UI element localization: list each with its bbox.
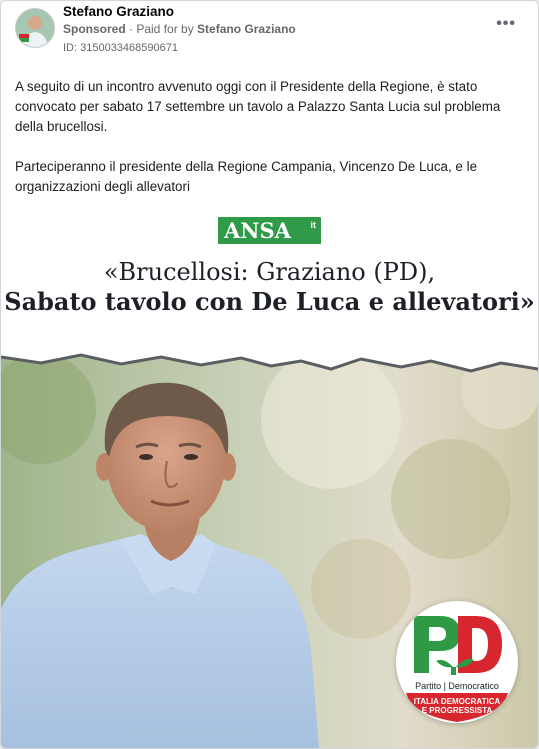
post-text: A seguito di un incontro avvenuto oggi c… bbox=[15, 77, 520, 217]
author-avatar[interactable] bbox=[15, 8, 55, 48]
post-paragraph-2: Parteciperanno il presidente della Regio… bbox=[15, 159, 478, 194]
sponsored-post-card: Stefano Graziano Sponsored · Paid for by… bbox=[0, 0, 539, 749]
pd-logo-banner-line-1: ITALIA DEMOCRATICA bbox=[414, 697, 501, 706]
pd-logo-party-name: Partito | Democratico bbox=[415, 681, 499, 691]
more-options-icon[interactable]: ••• bbox=[496, 15, 516, 33]
ansa-logo-suffix: it bbox=[310, 220, 317, 230]
paid-for-label: · Paid for by bbox=[125, 22, 198, 36]
ansa-logo: ANSA it bbox=[218, 217, 321, 244]
sponsored-line: Sponsored · Paid for by Stefano Graziano bbox=[63, 22, 296, 36]
pd-party-logo: Partito | Democratico ITALIA DEMOCRATICA… bbox=[396, 601, 518, 723]
post-header: Stefano Graziano Sponsored · Paid for by… bbox=[1, 1, 538, 63]
ad-id: ID: 3150033468590671 bbox=[63, 42, 178, 54]
post-paragraph-1: A seguito di un incontro avvenuto oggi c… bbox=[15, 79, 501, 134]
headline-line-1: «Brucellosi: Graziano (PD), bbox=[103, 258, 436, 286]
author-name[interactable]: Stefano Graziano bbox=[63, 4, 174, 19]
paid-for-name[interactable]: Stefano Graziano bbox=[197, 22, 296, 36]
ad-creative-image[interactable]: ANSA it «Brucellosi: Graziano (PD), Saba… bbox=[1, 205, 538, 748]
headline-line-2: Sabato tavolo con De Luca e allevatori» bbox=[4, 287, 535, 316]
pd-logo-banner-line-2: E PROGRESSISTA bbox=[422, 706, 493, 715]
ansa-logo-text: ANSA bbox=[224, 218, 291, 243]
sponsored-label: Sponsored bbox=[63, 22, 126, 36]
